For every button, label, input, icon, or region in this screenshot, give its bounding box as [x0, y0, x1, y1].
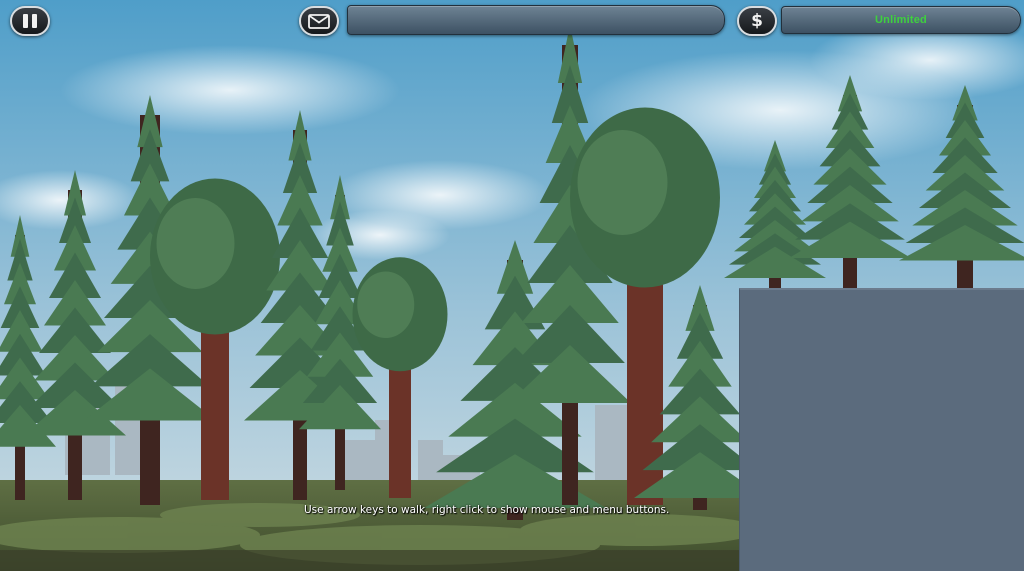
- money-button[interactable]: $: [737, 6, 777, 36]
- pause-icon: [21, 14, 39, 28]
- dollar-icon: $: [751, 10, 763, 31]
- pause-button[interactable]: [10, 6, 50, 36]
- message-bar: [347, 5, 725, 35]
- controls-hint: Use arrow keys to walk, right click to s…: [304, 504, 670, 516]
- dirt-path: [0, 550, 740, 571]
- side-panel: [739, 288, 1024, 571]
- money-bar: Unlimited: [781, 6, 1021, 34]
- mail-button[interactable]: [299, 6, 339, 36]
- money-value: Unlimited: [875, 14, 927, 26]
- envelope-icon: [308, 13, 330, 29]
